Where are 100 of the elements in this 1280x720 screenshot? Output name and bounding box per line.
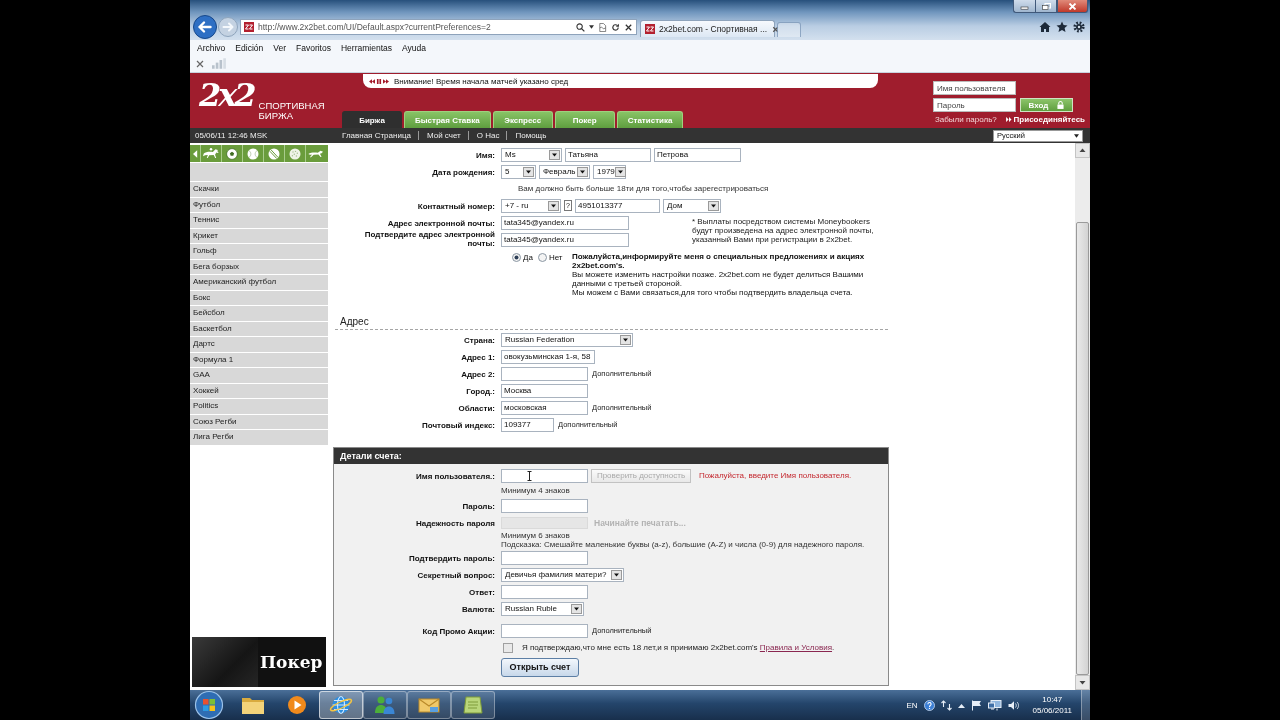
text-field[interactable]	[501, 550, 588, 565]
scroll-down-button[interactable]	[1075, 675, 1090, 690]
speaker-icon[interactable]	[1007, 699, 1019, 711]
dropdown[interactable]: Russian Federation	[501, 332, 633, 347]
sport-menu-item[interactable]: Politics	[190, 399, 328, 415]
sport-menu-item[interactable]: Дартс	[190, 337, 328, 353]
clock-date[interactable]: 05/06/2011	[1032, 705, 1072, 716]
field-label: Надежность пароля	[415, 519, 495, 529]
nav-link[interactable]: Мой счет	[417, 131, 461, 140]
menu-item[interactable]: Herramientas	[335, 42, 397, 53]
logo-mark[interactable]: 2x2	[199, 77, 254, 113]
text-field[interactable]	[501, 584, 588, 599]
home-icon[interactable]	[1039, 21, 1051, 33]
taskbar-button[interactable]	[407, 691, 451, 719]
checkbox[interactable]	[503, 642, 513, 653]
dropdown[interactable]: Russian Ruble	[501, 601, 584, 616]
sport-menu-item[interactable]: Скачки	[190, 182, 328, 198]
sport-menu-item[interactable]: Теннис	[190, 213, 328, 229]
help-icon[interactable]	[923, 699, 935, 711]
page-icon[interactable]	[598, 22, 607, 32]
menu-item[interactable]: Favoritos	[291, 42, 336, 53]
text-field[interactable]: Татьяна	[565, 147, 651, 162]
back-button[interactable]	[193, 15, 217, 39]
minimize-button[interactable]	[1013, 0, 1035, 13]
scroll-up-button[interactable]	[1075, 143, 1090, 158]
text-field[interactable]	[501, 366, 588, 381]
show-desktop-button[interactable]	[1081, 690, 1090, 720]
soccer-ball-icon[interactable]	[226, 147, 238, 160]
sport-menu-item[interactable]: Американский футбол	[190, 275, 328, 291]
menu-item[interactable]: Ayuda	[397, 42, 431, 53]
pause-icon[interactable]	[376, 78, 382, 84]
arrows-icon[interactable]	[940, 699, 952, 711]
dropdown[interactable]: Февраль	[539, 164, 590, 179]
language-indicator[interactable]: EN	[906, 700, 918, 710]
dropdown[interactable]: 1979	[593, 164, 626, 179]
tennis-ball-icon[interactable]	[247, 147, 259, 160]
radio-button[interactable]	[512, 253, 521, 262]
nav-link[interactable]: О Нас	[467, 131, 500, 140]
horse-icon[interactable]	[202, 147, 220, 160]
text-field[interactable]: 4951013377	[575, 198, 660, 213]
sport-menu-item[interactable]: Бейсбол	[190, 306, 328, 322]
text-field[interactable]: московская	[501, 400, 588, 415]
offer-heading: Пожалуйста,информируйте меня о специальных предложениях и акциях 2x2bet.com's.	[572, 252, 866, 270]
scroll-thumb[interactable]	[1076, 222, 1089, 675]
radio-button[interactable]	[537, 253, 547, 262]
sport-menu-item[interactable]: Лига Регби	[190, 430, 328, 446]
dropdown[interactable]: Ms	[501, 147, 562, 162]
open-account-button[interactable]: Открыть счет	[501, 657, 579, 677]
join-link[interactable]: Присоединяйтесь	[1013, 115, 1085, 124]
chevron-up-icon[interactable]	[957, 702, 965, 708]
fast-forward-icon[interactable]	[383, 78, 389, 84]
close-button[interactable]	[1057, 0, 1088, 13]
text-field[interactable]: tata345@yandex.ru	[501, 232, 629, 247]
poker-banner[interactable]: Покер	[192, 637, 326, 687]
refresh-icon[interactable]	[611, 22, 620, 32]
start-button[interactable]	[194, 690, 224, 720]
password-field[interactable]: Пароль	[933, 98, 1016, 112]
address-bar[interactable]: http://www.2x2bet.com/UI/Default.aspx?currentPreferences=2	[240, 19, 637, 35]
menu-item[interactable]: Edición	[230, 42, 269, 53]
menu-item[interactable]: Archivo	[192, 42, 231, 53]
flag-icon[interactable]	[970, 699, 982, 711]
lock-icon	[1057, 101, 1065, 109]
username-field[interactable]: Имя пользователя	[933, 81, 1016, 95]
settings-icon[interactable]	[1073, 21, 1085, 33]
text-field[interactable]: 109377	[501, 417, 554, 432]
caret-icon[interactable]	[589, 25, 594, 29]
dropdown[interactable]: 5	[501, 164, 536, 179]
taskbar-button[interactable]	[451, 691, 495, 719]
monitor-icon[interactable]	[987, 699, 1002, 711]
golf-ball-icon[interactable]	[289, 147, 301, 160]
dropdown[interactable]: +7 - ru	[501, 198, 561, 213]
text-field[interactable]	[501, 498, 588, 513]
close-icon[interactable]	[624, 22, 633, 32]
text-field[interactable]	[501, 468, 588, 483]
close-icon[interactable]	[196, 59, 204, 68]
clock-time[interactable]: 10:47	[1042, 694, 1063, 705]
striped-ball-icon[interactable]	[268, 147, 280, 160]
left-arrow-icon[interactable]	[192, 149, 198, 158]
sport-menu-item[interactable]: GAA	[190, 368, 328, 384]
forgot-password-link[interactable]: Забыли пароль?	[935, 115, 997, 124]
text-field[interactable]: Петрова	[654, 147, 741, 162]
sport-menu-item[interactable]: Гольф	[190, 244, 328, 260]
dropdown[interactable]: Дом	[663, 198, 721, 213]
close-icon[interactable]	[771, 24, 781, 34]
rewind-icon[interactable]	[369, 78, 375, 84]
text-field[interactable]: Москва	[501, 383, 588, 398]
dropdown[interactable]: Девичья фамилия матери?	[501, 567, 624, 582]
star-icon[interactable]	[1056, 21, 1068, 33]
maximize-button[interactable]	[1035, 0, 1057, 13]
logo-text: БИРЖА	[258, 111, 294, 121]
nav-link[interactable]: Помощь	[506, 131, 547, 140]
text-field[interactable]: овокузьминская 1-я, 58	[501, 349, 595, 364]
menu-item[interactable]: Ver	[268, 42, 291, 53]
text-field[interactable]	[501, 623, 588, 638]
search-icon[interactable]	[576, 22, 585, 32]
field-label: Город.:	[466, 387, 495, 397]
nav-tab[interactable]: Биржа	[342, 111, 402, 128]
text-field[interactable]: tata345@yandex.ru	[501, 215, 629, 230]
browser-tab[interactable]: 2x2bet.com - Спортивная ...	[640, 20, 775, 37]
nav-link[interactable]: Главная Страница	[342, 131, 411, 140]
